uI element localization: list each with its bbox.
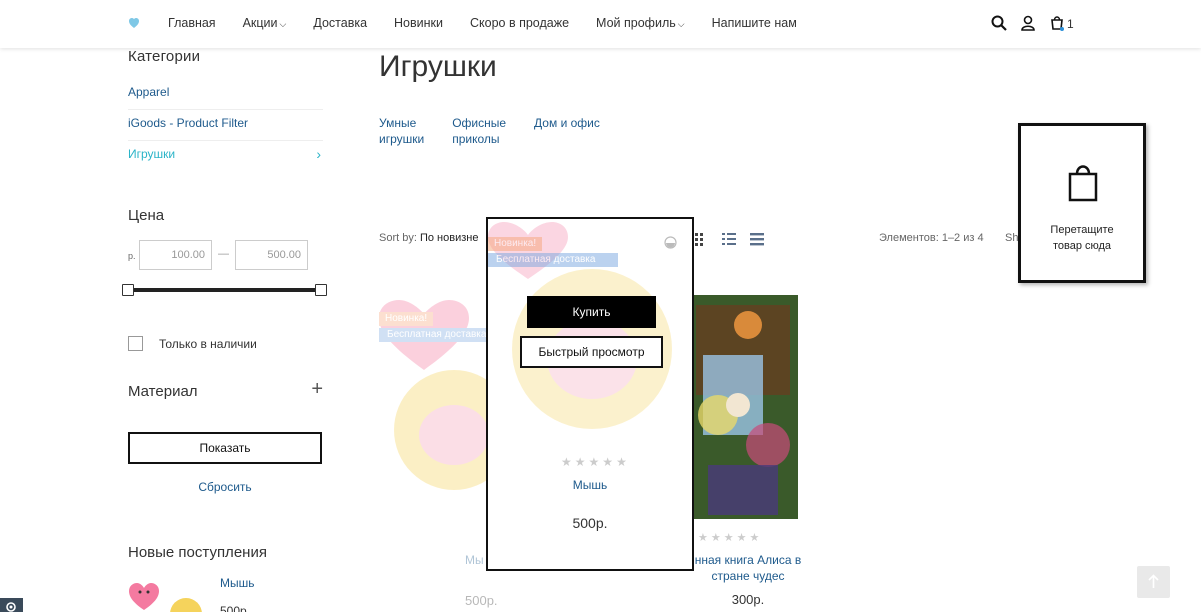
category-item-toys[interactable]: Игрушки ›	[128, 141, 323, 172]
drop-zone-text: Перетащите товар сюда	[1050, 224, 1114, 252]
shopping-bag-icon	[1068, 165, 1098, 202]
product-price: 300р.	[731, 592, 765, 607]
plus-icon[interactable]: +	[311, 378, 323, 401]
show-per-page-label[interactable]: Sh	[1005, 232, 1018, 244]
categories-title: Категории	[128, 48, 201, 65]
logo-icon[interactable]	[128, 17, 140, 29]
chevron-down-icon: ⌵	[279, 19, 287, 29]
product-name[interactable]: Мышь	[488, 478, 692, 492]
price-min-input[interactable]	[139, 240, 212, 270]
material-filter[interactable]: Материал +	[128, 378, 323, 400]
user-icon[interactable]	[1019, 14, 1037, 32]
nav-item-delivery[interactable]: Доставка	[313, 16, 367, 30]
search-icon[interactable]	[990, 14, 1008, 32]
show-button[interactable]: Показать	[128, 432, 322, 464]
material-label: Материал	[128, 383, 198, 400]
product-image	[688, 295, 798, 519]
main-nav: Главная Акции ⌵ Доставка Новинки Скоро в …	[168, 16, 824, 30]
nav-item-contact[interactable]: Напишите нам	[712, 16, 797, 30]
new-arrival-price: 500р.	[220, 604, 251, 612]
compare-icon[interactable]	[664, 236, 677, 249]
quick-view-button[interactable]: Быстрый просмотр	[520, 336, 663, 368]
view-switcher	[694, 232, 778, 246]
price-slider-min-handle[interactable]	[122, 284, 134, 296]
chevron-down-icon: ⌵	[677, 19, 685, 29]
in-stock-filter[interactable]: Только в наличии	[128, 336, 257, 351]
nav-item-coming-soon[interactable]: Скоро в продаже	[470, 16, 569, 30]
header-icons	[990, 14, 1077, 32]
cart-icon[interactable]	[1048, 14, 1066, 32]
compact-list-icon[interactable]	[750, 232, 764, 246]
rating-stars: ★ ★ ★ ★ ★	[561, 455, 627, 469]
nav-item-profile[interactable]: Мой профиль ⌵	[596, 16, 685, 30]
price-slider-max-handle[interactable]	[315, 284, 327, 296]
sort-value[interactable]: По новизне	[420, 232, 479, 244]
in-stock-label: Только в наличии	[159, 336, 257, 351]
list-view-icon[interactable]	[722, 232, 736, 246]
grid-view-icon[interactable]	[694, 232, 708, 246]
reset-link[interactable]: Сбросить	[128, 480, 322, 494]
sort-label: Sort by:	[379, 232, 417, 244]
rating-stars: ★ ★ ★ ★ ★	[698, 532, 760, 544]
price-range-inputs: р. —	[128, 240, 323, 270]
faded-product-name[interactable]: Мы	[465, 553, 484, 567]
price-slider-track[interactable]	[128, 288, 321, 292]
price-filter-title: Цена	[128, 207, 165, 224]
product-card-hover[interactable]: Новинка! Бесплатная доставка Купить Быст…	[486, 217, 694, 571]
badge-free-delivery: Бесплатная доставка	[488, 253, 618, 267]
in-stock-checkbox[interactable]	[128, 336, 143, 351]
subcategory-home-office[interactable]: Дом и офис	[534, 115, 600, 147]
settings-corner[interactable]	[0, 598, 23, 612]
category-item-igoods[interactable]: iGoods - Product Filter	[128, 110, 323, 141]
price-separator: —	[218, 248, 229, 260]
product-price: 500р.	[572, 515, 608, 531]
badge-new: Новинка!	[379, 312, 434, 326]
page-title: Игрушки	[379, 50, 497, 83]
site-header: Главная Акции ⌵ Доставка Новинки Скоро в …	[0, 0, 1201, 48]
scroll-to-top-button[interactable]	[1137, 566, 1170, 598]
product-name[interactable]: нная книга Алиса в стране чудес	[688, 552, 808, 584]
chevron-right-icon: ›	[316, 146, 321, 162]
badge-free-delivery: Бесплатная доставка	[379, 328, 495, 342]
new-arrivals-title: Новые поступления	[128, 544, 267, 561]
subcategory-smart-toys[interactable]: Умные игрушки	[379, 115, 424, 147]
category-list: Apparel iGoods - Product Filter Игрушки ›	[128, 79, 323, 172]
subcategory-links: Умные игрушки Офисные приколы Дом и офис	[379, 115, 628, 147]
new-arrival-thumbnail[interactable]	[128, 580, 208, 612]
currency-label: р.	[128, 251, 136, 261]
sort-control[interactable]: Sort by: По новизне	[379, 232, 478, 244]
nav-item-promotions[interactable]: Акции ⌵	[243, 16, 287, 30]
compare-drop-zone[interactable]: Перетащите товар сюда	[1018, 123, 1146, 283]
sidebar: Категории Apparel iGoods - Product Filte…	[128, 48, 323, 172]
buy-button[interactable]: Купить	[527, 296, 656, 328]
faded-product-price: 500р.	[465, 593, 498, 608]
cart-count[interactable]: 1	[1067, 17, 1074, 31]
arrow-up-icon	[1148, 574, 1159, 588]
badge-new: Новинка!	[488, 237, 543, 251]
nav-item-new[interactable]: Новинки	[394, 16, 443, 30]
nav-item-home[interactable]: Главная	[168, 16, 216, 30]
new-arrival-name[interactable]: Мышь	[220, 576, 255, 590]
subcategory-office-gags[interactable]: Офисные приколы	[452, 115, 506, 147]
elements-count: Элементов: 1–2 из 4	[879, 232, 984, 244]
category-item-apparel[interactable]: Apparel	[128, 79, 323, 110]
price-max-input[interactable]	[235, 240, 308, 270]
gear-icon	[6, 602, 16, 612]
